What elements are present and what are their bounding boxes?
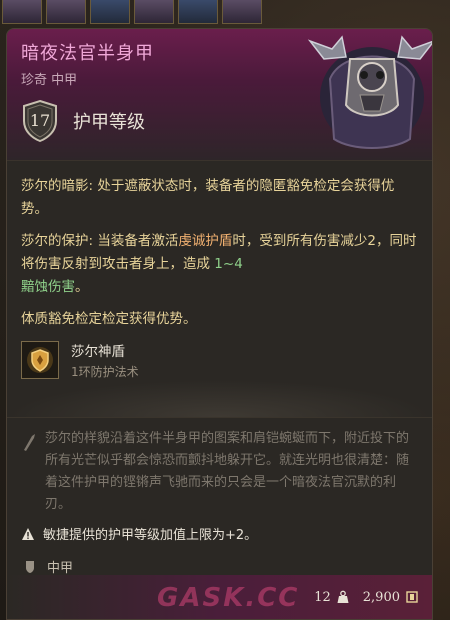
gold-value: 2,900 [362,589,400,605]
armor-class-row: 17 护甲等级 [21,99,145,143]
item-title: 暗夜法官半身甲 [21,43,154,64]
warning-icon [22,527,34,540]
weight-stat: 12 [314,590,349,605]
effect-constitution: 体质豁免检定检定获得优势。 [21,308,418,331]
item-rarity-type: 珍奇 中甲 [21,73,78,88]
tooltip-footer: GASK.CC 12 2,900 [7,575,432,619]
inventory-slot[interactable] [178,0,218,24]
armor-class-label: 护甲等级 [73,112,145,133]
watermark-text: GASK.CC [157,583,300,613]
tooltip-header: 暗夜法官半身甲 珍奇 中甲 17 护甲等级 [7,29,432,161]
inventory-slot[interactable] [90,0,130,24]
gold-coin-icon [406,591,418,603]
inventory-slot[interactable] [46,0,86,24]
shield-spell-icon[interactable] [21,341,59,379]
effect-description: 体质豁免检定检定获得优势。 [21,311,197,327]
effects-section: 莎尔的暗影: 处于遮蔽状态时，装备者的隐匿豁免检定会获得优势。 莎尔的保护: 当… [7,161,432,380]
armor-note-text: 敏捷提供的护甲等级加值上限为+2。 [43,528,258,543]
lore-text: 莎尔的样貌沿着这件半身甲的图案和肩铠蜿蜒而下，附近投下的所有光芒似乎都会惊恐而颤… [45,431,410,512]
weight-value: 12 [314,589,331,605]
armor-type-icon [26,560,34,573]
spell-link[interactable]: 虔诚护盾 [178,233,232,249]
armor-type-text: 中甲 [47,561,74,576]
spell-name: 莎尔神盾 [71,344,125,360]
quill-icon [24,434,35,451]
section-divider [7,380,432,418]
effect-shars-shadow: 莎尔的暗影: 处于遮蔽状态时，装备者的隐匿豁免检定会获得优势。 [21,175,418,221]
effect-shars-protection: 莎尔的保护: 当装备者激活虔诚护盾时，受到所有伤害减少2，同时将伤害反射到攻击者… [21,230,418,299]
armor-type-row: 中甲 [7,543,432,576]
spell-level: 1环防护法术 [71,365,139,379]
damage-dice: 1~4 [214,256,243,272]
armor-class-value: 17 [29,111,51,130]
granted-spell[interactable]: 莎尔神盾 1环防护法术 [21,340,418,380]
armor-note: 敏捷提供的护甲等级加值上限为+2。 [7,516,432,543]
inventory-slot[interactable] [222,0,262,24]
weight-icon [337,590,349,603]
effect-name: 莎尔的保护: [21,233,94,249]
item-tooltip: 暗夜法官半身甲 珍奇 中甲 17 护甲等级 莎尔的暗影: 处于遮蔽状态时，装备者… [6,28,433,620]
inventory-slot[interactable] [134,0,174,24]
effect-description: 。 [75,279,89,295]
lore-section: 莎尔的样貌沿着这件半身甲的图案和肩铠蜿蜒而下，附近投下的所有光芒似乎都会惊恐而颤… [7,418,432,516]
inventory-slot[interactable] [2,0,42,24]
breastplate-image [302,29,432,159]
damage-type: 黯蚀伤害 [21,279,75,295]
effect-description: 当装备者激活 [93,233,179,249]
effect-name: 莎尔的暗影: [21,178,94,194]
inventory-strip [0,0,280,24]
armor-class-shield-icon: 17 [21,99,59,143]
gold-value-stat: 2,900 [363,590,418,605]
